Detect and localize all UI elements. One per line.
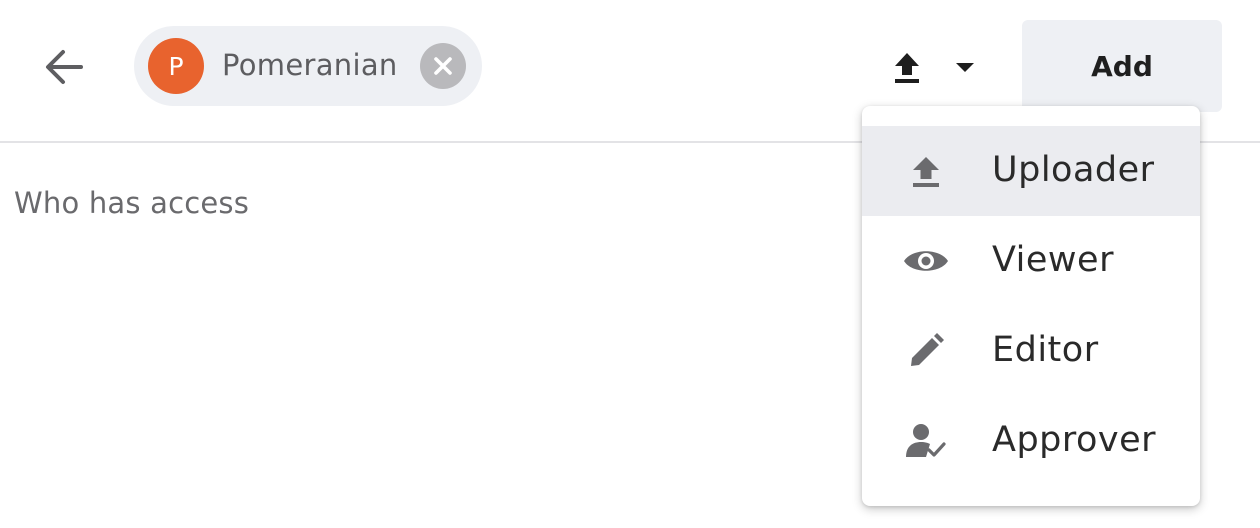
eye-icon — [902, 238, 950, 284]
remove-chip-button[interactable] — [420, 43, 466, 89]
back-button[interactable] — [38, 44, 90, 90]
menu-item-approver[interactable]: Approver — [862, 396, 1200, 486]
close-icon — [434, 57, 452, 75]
menu-item-label: Uploader — [992, 150, 1155, 190]
upload-icon — [902, 148, 950, 194]
add-button[interactable]: Add — [1022, 20, 1222, 112]
pencil-icon — [902, 328, 950, 374]
menu-item-editor[interactable]: Editor — [862, 306, 1200, 396]
role-menu: Uploader Viewer Editor Approver — [862, 106, 1200, 506]
caret-down-icon — [956, 63, 974, 72]
avatar: P — [148, 38, 204, 94]
menu-item-label: Approver — [992, 420, 1157, 460]
chip-label: Pomeranian — [222, 48, 398, 82]
menu-item-label: Editor — [992, 330, 1099, 370]
upload-icon — [895, 53, 919, 83]
menu-item-uploader[interactable]: Uploader — [862, 126, 1200, 216]
menu-item-label: Viewer — [992, 240, 1114, 280]
menu-item-viewer[interactable]: Viewer — [862, 216, 1200, 306]
avatar-initial: P — [168, 51, 184, 81]
person-check-icon — [902, 418, 950, 464]
role-dropdown-toggle[interactable] — [890, 40, 990, 94]
arrow-left-icon — [46, 50, 83, 84]
selected-user-chip: P Pomeranian — [134, 26, 482, 106]
who-has-access-heading: Who has access — [14, 186, 250, 220]
